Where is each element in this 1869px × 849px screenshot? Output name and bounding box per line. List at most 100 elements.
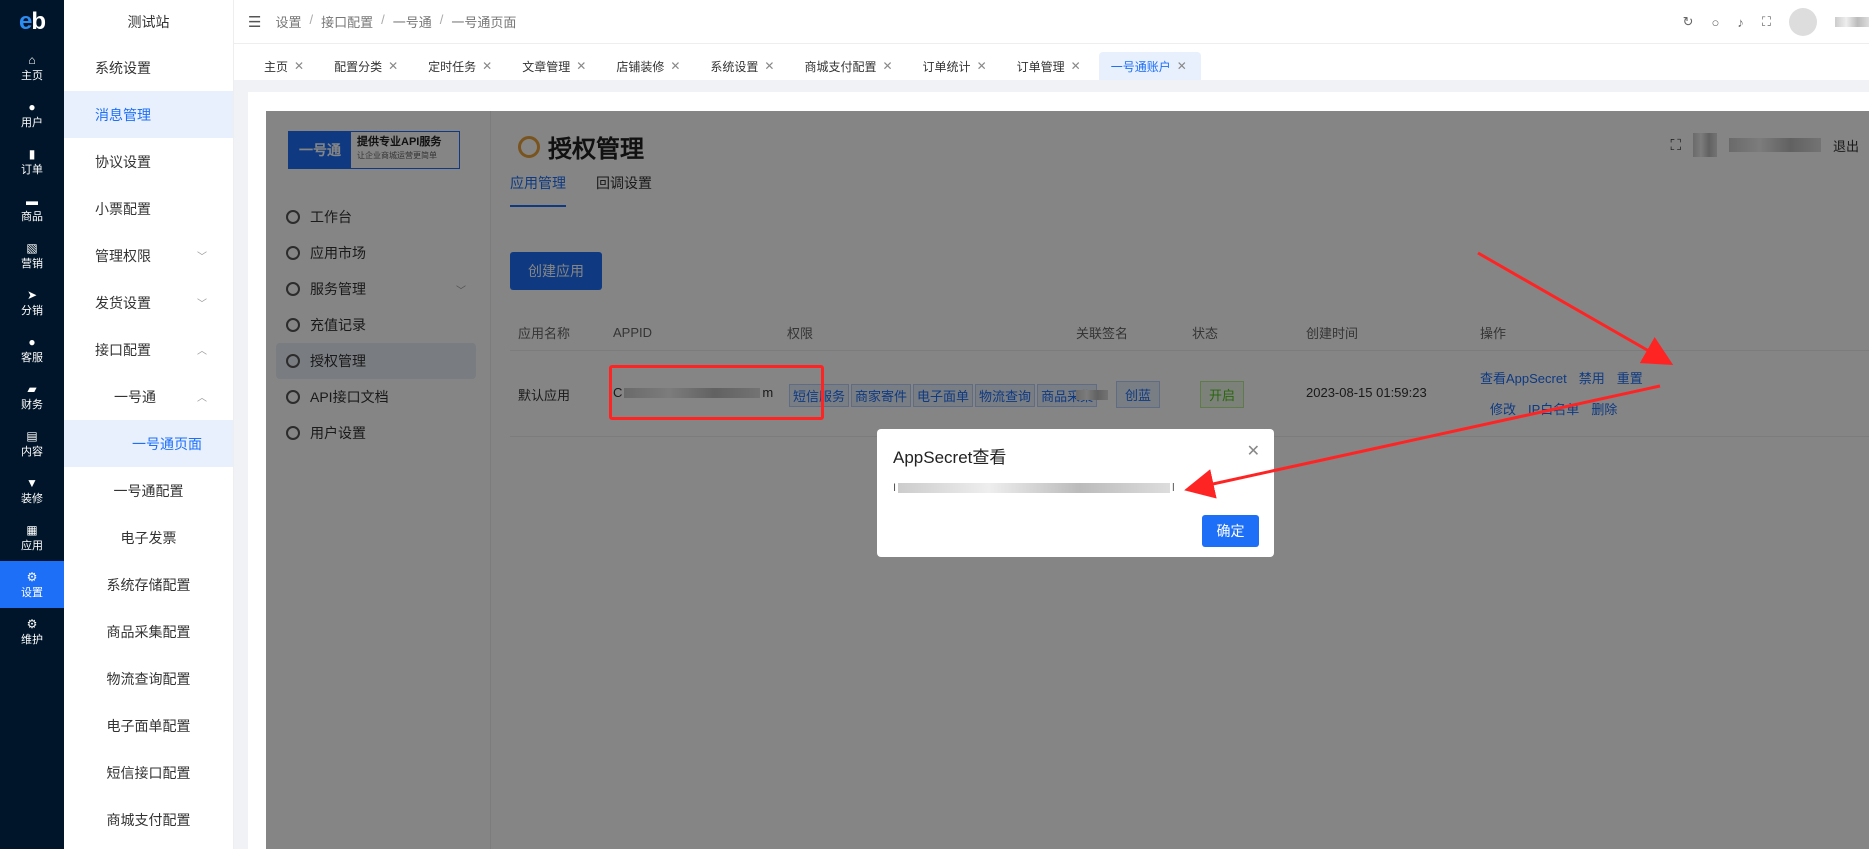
subnav-item-label: 发货设置	[95, 294, 151, 311]
rail-item[interactable]: ⚙ 维护	[0, 608, 64, 655]
rail-item[interactable]: ▬ 商品	[0, 185, 64, 232]
page-tab-label: 商城支付配置	[804, 59, 877, 74]
rail-item-icon: ▮	[28, 146, 36, 161]
subnav-item[interactable]: 协议设置	[64, 138, 233, 185]
rail-item[interactable]: ⌂ 主页	[0, 44, 64, 91]
page-tab[interactable]: 店铺装修 ✕	[604, 52, 694, 80]
rail-item-icon: ▧	[26, 240, 38, 255]
eb-logo[interactable]: eb	[0, 0, 64, 44]
breadcrumb-item[interactable]: 一号通页面	[451, 12, 516, 31]
breadcrumb-item[interactable]: 接口配置	[321, 12, 373, 31]
confirm-button[interactable]: 确定	[1202, 515, 1259, 547]
close-icon[interactable]: ✕	[977, 59, 987, 73]
avatar[interactable]	[1789, 8, 1817, 36]
subnav-item[interactable]: 系统设置	[64, 44, 233, 91]
close-icon[interactable]: ✕	[576, 59, 586, 73]
rail-item-label: 内容	[21, 445, 43, 458]
header-actions: ↻ ○ ♪ ⛶	[1683, 0, 1869, 44]
rail-item[interactable]: ▧ 营销	[0, 232, 64, 279]
close-icon[interactable]: ✕	[294, 59, 304, 73]
rail-item-icon: ▰	[27, 381, 37, 396]
close-icon[interactable]: ✕	[882, 59, 892, 73]
subnav-item[interactable]: 电子面单配置	[64, 702, 233, 749]
close-icon[interactable]: ✕	[670, 59, 680, 73]
subnav-item-label: 一号通	[114, 388, 156, 405]
page-tab-label: 订单管理	[1016, 59, 1065, 74]
appsecret-value: I l	[893, 481, 1175, 494]
rail-item-label: 订单	[21, 163, 43, 176]
subnav-item[interactable]: 一号通页面	[64, 420, 233, 467]
subnav-item[interactable]: 管理权限 ﹀	[64, 232, 233, 279]
sub-sidebar: 测试站 系统设置 消息管理 协议设置 小票配置 管理权限 ﹀ 发货设置 ﹀ 接口配置 ︿ 一号通 ︿ 一…	[64, 0, 234, 849]
subnav-item[interactable]: 小票配置	[64, 185, 233, 232]
rail-item[interactable]: ▮ 订单	[0, 138, 64, 185]
refresh-icon[interactable]: ↻	[1683, 14, 1694, 30]
rail-item[interactable]: ● 用户	[0, 91, 64, 138]
appsecret-modal: AppSecret查看 ✕ I l 确定	[877, 429, 1274, 557]
page-tab[interactable]: 系统设置 ✕	[698, 52, 788, 80]
subnav-item-label: 系统设置	[95, 59, 151, 76]
page-tab[interactable]: 一号通账户 ✕	[1098, 52, 1201, 80]
close-icon[interactable]: ✕	[1071, 59, 1081, 73]
page-tab[interactable]: 配置分类 ✕	[322, 52, 412, 80]
rail-item[interactable]: ▰ 财务	[0, 373, 64, 420]
page-tab[interactable]: 主页 ✕	[252, 52, 318, 80]
subnav-item-label: 电子面单配置	[106, 717, 191, 734]
page-tab[interactable]: 文章管理 ✕	[510, 52, 600, 80]
page-tab[interactable]: 商城支付配置 ✕	[792, 52, 906, 80]
subnav-item-label: 物流查询配置	[106, 670, 191, 687]
subnav-item[interactable]: 消息管理	[64, 91, 233, 138]
rail-item-icon: ●	[28, 334, 36, 349]
rail-item-label: 应用	[21, 539, 43, 552]
menu-toggle-icon[interactable]: ☰	[248, 13, 261, 31]
rail-item-label: 客服	[21, 351, 43, 364]
subnav-item-label: 管理权限	[95, 247, 151, 264]
username-blur[interactable]	[1835, 17, 1869, 27]
subnav-item[interactable]: 商品采集配置	[64, 608, 233, 655]
rail-item-icon: ▦	[26, 522, 38, 537]
site-name: 测试站	[127, 14, 170, 30]
subnav-item[interactable]: 系统存储配置	[64, 561, 233, 608]
page-tab[interactable]: 订单管理 ✕	[1005, 52, 1095, 80]
rail-item-icon: ▼	[26, 475, 38, 490]
modal-title: AppSecret查看	[893, 448, 1007, 467]
page-tabs: 主页 ✕ 配置分类 ✕ 定时任务 ✕ 文章管理 ✕ 店铺装修 ✕ 系统设置 ✕ 商城支付配置 ✕ 订单统计 ✕…	[234, 44, 1869, 80]
page-tab-label: 系统设置	[710, 59, 759, 74]
subnav-item[interactable]: 电子发票	[64, 514, 233, 561]
page-tab[interactable]: 订单统计 ✕	[911, 52, 1001, 80]
close-icon[interactable]: ✕	[388, 59, 398, 73]
subnav-item[interactable]: 短信接口配置	[64, 749, 233, 796]
rail-item[interactable]: ▼ 装修	[0, 467, 64, 514]
breadcrumb-item[interactable]: 一号通	[393, 12, 432, 31]
subnav-item-label: 接口配置	[95, 341, 151, 358]
chevron-down-icon: ﹀	[197, 299, 207, 310]
subnav-item[interactable]: 一号通配置	[64, 467, 233, 514]
close-icon[interactable]: ✕	[482, 59, 492, 73]
close-icon[interactable]: ✕	[1177, 59, 1187, 73]
bell-icon[interactable]: ♪	[1737, 15, 1744, 30]
close-icon[interactable]: ✕	[764, 59, 774, 73]
rail-item-icon: ▬	[26, 193, 38, 208]
subnav-item[interactable]: 一号通 ︿	[64, 373, 233, 420]
page-tab[interactable]: 定时任务 ✕	[416, 52, 506, 80]
chevron-down-icon: ﹀	[197, 252, 207, 263]
rail-item-label: 设置	[21, 586, 43, 599]
fullscreen-icon[interactable]: ⛶	[1762, 14, 1771, 30]
subnav-item[interactable]: 物流查询配置	[64, 655, 233, 702]
subnav-item[interactable]: 发货设置 ﹀	[64, 279, 233, 326]
subnav-item[interactable]: 商城支付配置	[64, 796, 233, 843]
breadcrumb-separator: /	[381, 12, 385, 27]
rail-item-label: 分销	[21, 304, 43, 317]
rail-item[interactable]: ➤ 分销	[0, 279, 64, 326]
close-icon[interactable]: ✕	[1247, 441, 1260, 461]
breadcrumb-item[interactable]: 设置	[275, 12, 301, 31]
breadcrumb-separator: /	[439, 12, 444, 27]
subnav-item[interactable]: 接口配置 ︿	[64, 326, 233, 373]
search-icon[interactable]: ○	[1712, 15, 1720, 30]
rail-item[interactable]: ▦ 应用	[0, 514, 64, 561]
page-tab-label: 文章管理	[522, 59, 571, 74]
rail-item[interactable]: ▤ 内容	[0, 420, 64, 467]
rail-item[interactable]: ● 客服	[0, 326, 64, 373]
rail-item[interactable]: ⚙ 设置	[0, 561, 64, 608]
breadcrumb-separator: /	[309, 12, 314, 27]
